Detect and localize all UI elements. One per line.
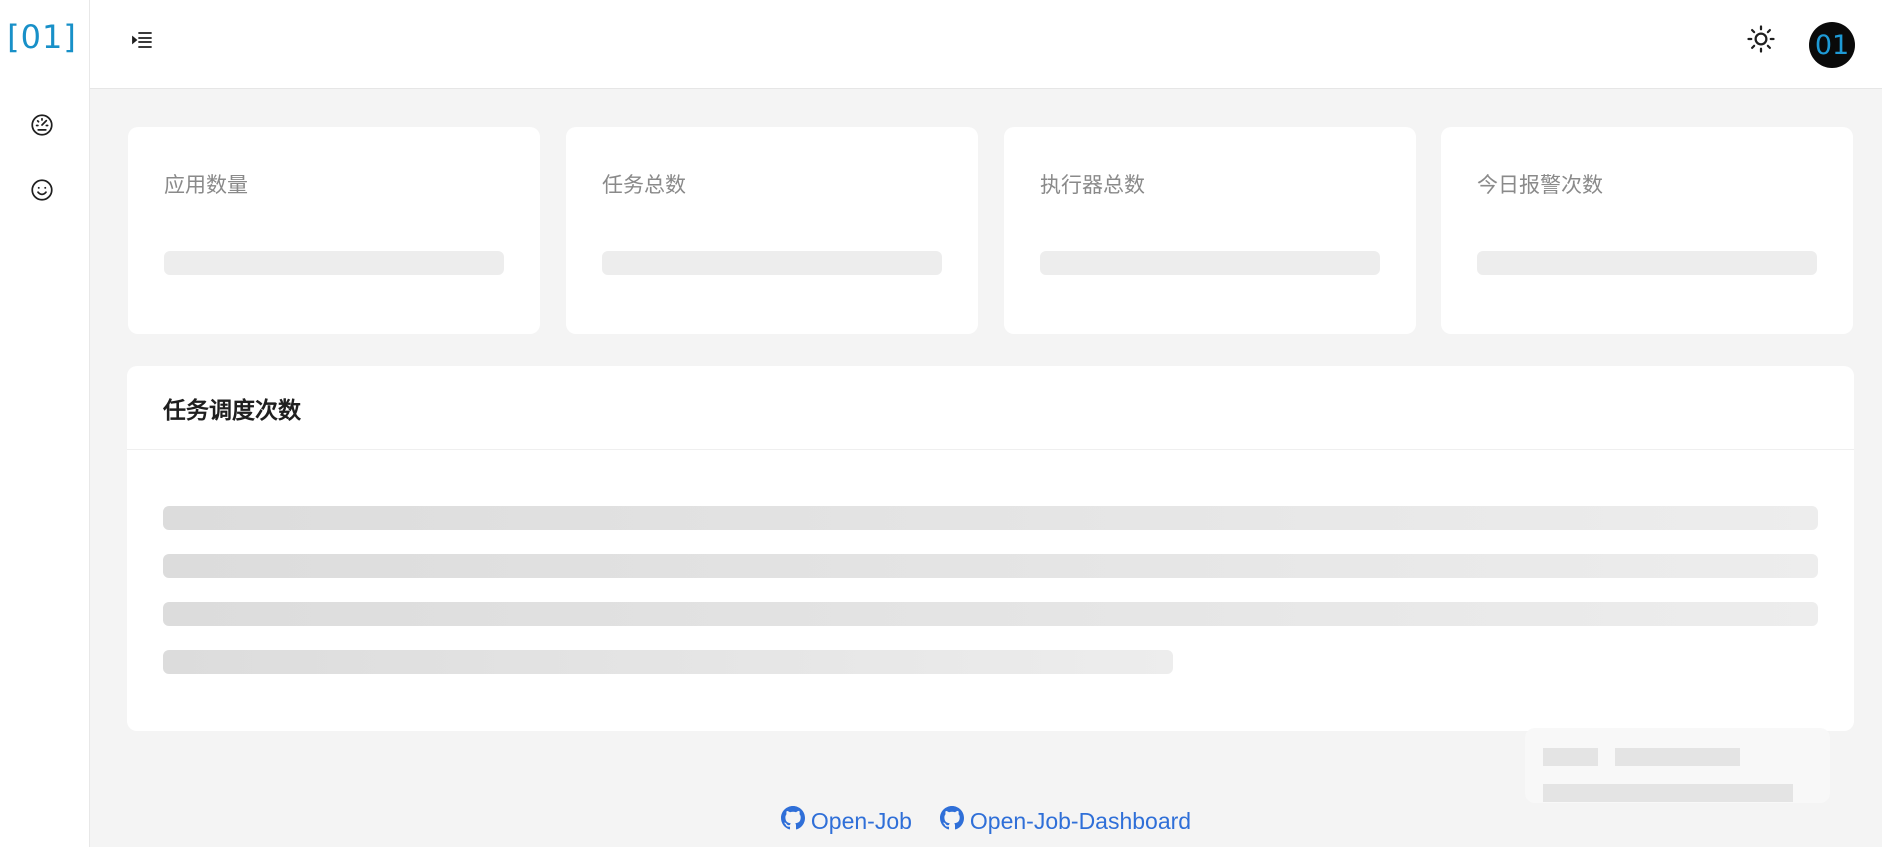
stat-card-executor-total: 执行器总数 bbox=[1004, 127, 1416, 334]
app-root: [01] 01 应用数量 任务总数 执行器总数 今日报警次数 任务调度次数 Op… bbox=[0, 0, 1882, 847]
sidebar: [01] bbox=[0, 0, 90, 847]
skeleton-line bbox=[163, 602, 1818, 626]
blurred-overlay-panel bbox=[1525, 728, 1830, 803]
card-header: 任务调度次数 bbox=[127, 366, 1854, 450]
stat-card-task-total: 任务总数 bbox=[566, 127, 978, 334]
menu-indent-icon bbox=[130, 28, 154, 57]
menu-toggle-button[interactable] bbox=[126, 26, 158, 58]
theme-toggle-button[interactable] bbox=[1744, 24, 1778, 58]
skeleton-line bbox=[163, 650, 1173, 674]
blur-block bbox=[1543, 748, 1598, 766]
schedule-count-card: 任务调度次数 bbox=[127, 366, 1854, 731]
skeleton-line bbox=[163, 506, 1818, 530]
stat-value-skeleton bbox=[164, 251, 504, 275]
footer: Open-Job Open-Job-Dashboard bbox=[90, 806, 1882, 836]
sidebar-item-dashboard[interactable] bbox=[25, 110, 59, 144]
smiley-face-icon bbox=[29, 177, 55, 208]
skeleton-line bbox=[163, 554, 1818, 578]
user-avatar[interactable]: 01 bbox=[1809, 22, 1855, 68]
app-logo[interactable]: [01] bbox=[0, 18, 84, 56]
stat-title: 今日报警次数 bbox=[1477, 174, 1603, 197]
footer-link-label: Open-Job-Dashboard bbox=[969, 807, 1192, 834]
stat-title: 任务总数 bbox=[602, 174, 686, 197]
card-title: 任务调度次数 bbox=[163, 396, 301, 423]
blur-block bbox=[1615, 748, 1740, 766]
footer-link-open-job-dashboard[interactable]: Open-Job-Dashboard bbox=[939, 806, 1192, 836]
sun-icon bbox=[1746, 24, 1776, 59]
blur-block bbox=[1543, 784, 1793, 802]
dashboard-gauge-icon bbox=[29, 112, 55, 143]
top-header: 01 bbox=[90, 0, 1882, 89]
stat-value-skeleton bbox=[1477, 251, 1817, 275]
stat-value-skeleton bbox=[1040, 251, 1380, 275]
stat-title: 执行器总数 bbox=[1040, 174, 1145, 197]
footer-link-open-job[interactable]: Open-Job bbox=[780, 806, 912, 836]
stat-value-skeleton bbox=[602, 251, 942, 275]
github-icon bbox=[780, 806, 805, 836]
footer-link-label: Open-Job bbox=[810, 807, 912, 834]
stat-title: 应用数量 bbox=[164, 174, 248, 197]
stat-card-app-count: 应用数量 bbox=[128, 127, 540, 334]
stat-card-alarm-today: 今日报警次数 bbox=[1441, 127, 1853, 334]
sidebar-item-smiley[interactable] bbox=[25, 175, 59, 209]
github-icon bbox=[939, 806, 964, 836]
